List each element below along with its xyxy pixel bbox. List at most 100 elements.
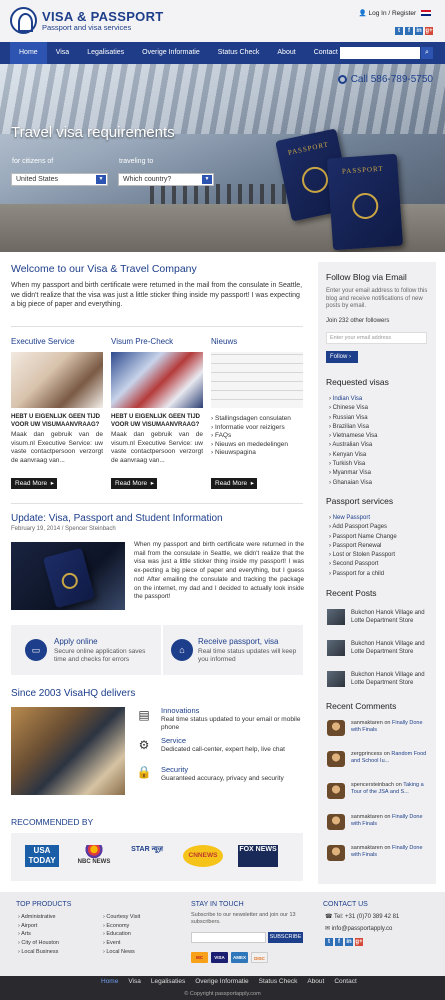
- product-link[interactable]: Courtesy Visit: [103, 913, 140, 922]
- update-passport-image: [11, 542, 125, 610]
- linkedin-icon[interactable]: in: [345, 938, 353, 946]
- passport-service-link[interactable]: Lost or Stolen Passport: [329, 551, 397, 560]
- precheck-subtitle: HEBT U EIGENLIJK GEEN TIJD VOOR UW VISUM…: [111, 414, 201, 428]
- recent-post-link[interactable]: Bukchon Hanok Village and Lotte Departme…: [351, 610, 431, 625]
- recent-post-thumb[interactable]: [327, 609, 345, 625]
- logo-icon[interactable]: [10, 7, 37, 34]
- avatar[interactable]: [327, 720, 345, 736]
- news-item[interactable]: Nieuws en mededelingen: [211, 441, 291, 450]
- visa-link[interactable]: Ghanaian Visa: [329, 479, 377, 488]
- news-item[interactable]: FAQs: [211, 432, 291, 441]
- update-title[interactable]: Update: Visa, Passport and Student Infor…: [11, 513, 223, 524]
- product-link[interactable]: Administrative: [18, 913, 59, 922]
- login-label[interactable]: Log In / Register: [368, 10, 416, 17]
- passport-service-link[interactable]: Add Passport Pages: [329, 523, 397, 532]
- nieuws-title[interactable]: Nieuws: [211, 337, 237, 346]
- avatar[interactable]: [327, 814, 345, 830]
- linkedin-icon[interactable]: in: [415, 27, 423, 35]
- recent-post-thumb[interactable]: [327, 640, 345, 656]
- fox-news-logo[interactable]: FOX NEWS: [238, 845, 278, 867]
- bottom-nav-home[interactable]: Home: [96, 978, 123, 985]
- nav-overige-informatie[interactable]: Overige Informatie: [133, 42, 209, 64]
- newsletter-email-input[interactable]: [191, 932, 266, 943]
- precheck-readmore-button[interactable]: Read More: [111, 478, 157, 489]
- visa-link[interactable]: Myanmar Visa: [329, 469, 377, 478]
- nbc-news-logo[interactable]: NBC NEWS: [77, 845, 111, 867]
- visa-link[interactable]: Indian Visa: [329, 395, 377, 404]
- recent-post-link[interactable]: Bukchon Hanok Village and Lotte Departme…: [351, 641, 431, 656]
- contact-email[interactable]: ✉ info@passportapply.co: [325, 926, 392, 933]
- product-link[interactable]: Airport: [18, 922, 59, 931]
- visa-link[interactable]: Australian Visa: [329, 441, 377, 450]
- visum-precheck-title[interactable]: Visum Pre-Check: [111, 337, 173, 346]
- language-flag-icon[interactable]: [421, 10, 431, 17]
- product-link[interactable]: Local News: [103, 948, 140, 957]
- news-readmore-button[interactable]: Read More: [211, 478, 257, 489]
- avatar[interactable]: [327, 845, 345, 861]
- product-link[interactable]: Local Business: [18, 948, 59, 957]
- star-news-logo[interactable]: STAR न्यूज़: [126, 845, 168, 867]
- products-list-1: Administrative Airport Arts City of Hous…: [18, 913, 59, 957]
- logo-title[interactable]: VISA & PASSPORT: [42, 9, 164, 24]
- visa-link[interactable]: Turkish Visa: [329, 460, 377, 469]
- search-icon[interactable]: ⌕: [421, 47, 433, 59]
- nav-legalisaties[interactable]: Legalisaties: [78, 42, 133, 64]
- bottom-nav-status[interactable]: Status Check: [254, 978, 303, 985]
- visa-link[interactable]: Brazilian Visa: [329, 423, 377, 432]
- passport-service-link[interactable]: Passport for a child: [329, 570, 397, 579]
- update-meta: February 19, 2014 / Spencer Steinbach: [11, 526, 116, 532]
- nav-home[interactable]: Home: [10, 42, 47, 64]
- bottom-nav-visa[interactable]: Visa: [123, 978, 146, 985]
- product-link[interactable]: Education: [103, 930, 140, 939]
- citizens-select[interactable]: United States ▼: [11, 173, 108, 186]
- nav-about[interactable]: About: [268, 42, 304, 64]
- nav-status-check[interactable]: Status Check: [209, 42, 269, 64]
- recent-comment: sanmaktaren on Finally Done with Finals: [351, 845, 423, 858]
- search-input[interactable]: [340, 47, 420, 59]
- passport-service-link[interactable]: New Passport: [329, 514, 397, 523]
- facebook-icon[interactable]: f: [335, 938, 343, 946]
- facebook-icon[interactable]: f: [405, 27, 413, 35]
- cnnews-logo[interactable]: CNNEWS: [183, 845, 223, 867]
- bottom-nav-legalisaties[interactable]: Legalisaties: [146, 978, 190, 985]
- recent-post-link[interactable]: Bukchon Hanok Village and Lotte Departme…: [351, 672, 431, 687]
- product-link[interactable]: Economy: [103, 922, 140, 931]
- follow-button[interactable]: Follow ›: [326, 351, 358, 363]
- twitter-icon[interactable]: t: [395, 27, 403, 35]
- passport-service-link[interactable]: Passport Name Change: [329, 533, 397, 542]
- twitter-icon[interactable]: t: [325, 938, 333, 946]
- innovations-text: Real time status updated to your email o…: [161, 716, 301, 731]
- avatar[interactable]: [327, 751, 345, 767]
- visa-link[interactable]: Russian Visa: [329, 414, 377, 423]
- nav-visa[interactable]: Visa: [47, 42, 79, 64]
- recommended-title: RECOMMENDED BY: [11, 817, 94, 827]
- googleplus-icon[interactable]: g+: [425, 27, 433, 35]
- usa-today-logo[interactable]: USA TODAY: [25, 845, 59, 867]
- subscribe-button[interactable]: SUBSCRIBE: [268, 932, 303, 943]
- login-register-link[interactable]: 👤 Log In / Register: [359, 9, 431, 17]
- passport-service-link[interactable]: Second Passport: [329, 560, 397, 569]
- email-field[interactable]: Enter your email address: [326, 332, 427, 344]
- executive-service-title[interactable]: Executive Service: [11, 337, 75, 346]
- recent-post-thumb[interactable]: [327, 671, 345, 687]
- bottom-nav-overige[interactable]: Overige Informatie: [190, 978, 253, 985]
- phone-number[interactable]: 586-789-5750: [371, 74, 433, 85]
- product-link[interactable]: Event: [103, 939, 140, 948]
- news-item[interactable]: Stallingsdagen consulaten: [211, 415, 291, 424]
- bottom-nav-about[interactable]: About: [302, 978, 329, 985]
- googleplus-icon[interactable]: g+: [355, 938, 363, 946]
- visa-link[interactable]: Kenyan Visa: [329, 451, 377, 460]
- product-link[interactable]: Arts: [18, 930, 59, 939]
- visa-link[interactable]: Chinese Visa: [329, 404, 377, 413]
- avatar[interactable]: [327, 783, 345, 799]
- traveling-select[interactable]: Which country? ▼: [118, 173, 214, 186]
- executive-readmore-button[interactable]: Read More: [11, 478, 57, 489]
- visa-link[interactable]: Vietnamese Visa: [329, 432, 378, 441]
- product-link[interactable]: City of Houston: [18, 939, 59, 948]
- bottom-nav-contact[interactable]: Contact: [329, 978, 361, 985]
- passport-service-link[interactable]: Passport Renewal: [329, 542, 397, 551]
- call-phone[interactable]: Call 586-789-5750: [337, 74, 433, 85]
- contact-tel[interactable]: ☎ Tel: +31 (0)70 389 42 81: [325, 914, 399, 921]
- news-item[interactable]: Informatie voor reizigers: [211, 424, 291, 433]
- news-item[interactable]: Nieuwspagina: [211, 449, 291, 458]
